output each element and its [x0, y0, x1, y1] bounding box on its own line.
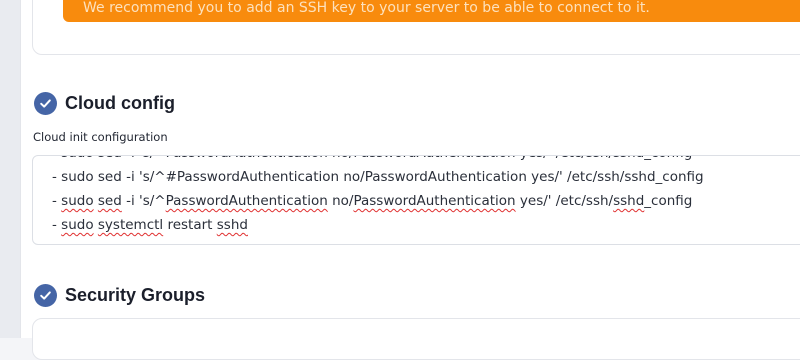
cloud-init-line: - sudo systemctl restart sshd — [52, 217, 248, 233]
left-sidebar-edge — [0, 0, 21, 338]
cloud-init-line: - sudo sed -i 's/^PasswordAuthentication… — [52, 193, 693, 209]
cloud-init-line-partial: - sudo sed -i 's/^PasswordAuthentication… — [52, 156, 692, 161]
check-circle-icon — [34, 284, 57, 307]
security-groups-card — [32, 318, 800, 360]
cloud-config-title: Cloud config — [65, 93, 175, 113]
cloud-init-label: Cloud init configuration — [33, 130, 168, 144]
cloud-init-textarea[interactable]: - sudo sed -i 's/^PasswordAuthentication… — [32, 155, 800, 245]
security-groups-title: Security Groups — [65, 285, 206, 305]
check-circle-icon — [34, 92, 57, 115]
ssh-key-warning-text: We recommend you to add an SSH key to yo… — [83, 0, 650, 16]
ssh-key-warning-banner: We recommend you to add an SSH key to yo… — [63, 0, 800, 22]
cloud-config-header: Cloud config — [34, 92, 175, 115]
security-groups-header: Security Groups — [34, 284, 205, 307]
cloud-init-line: - sudo sed -i 's/^#PasswordAuthenticatio… — [52, 169, 704, 185]
